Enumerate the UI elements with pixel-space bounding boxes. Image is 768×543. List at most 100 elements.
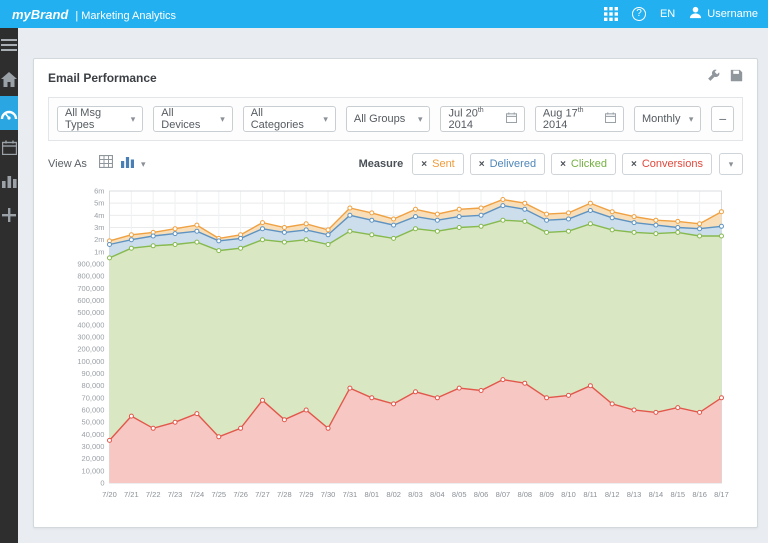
svg-text:8/16: 8/16: [692, 490, 707, 499]
username-label: Username: [707, 8, 758, 20]
measure-chip-label: Conversions: [641, 158, 703, 170]
measure-chip-sent[interactable]: × Sent: [412, 153, 464, 175]
apps-grid-icon[interactable]: [603, 7, 618, 21]
save-icon: [730, 69, 743, 87]
svg-text:300,000: 300,000: [77, 333, 104, 342]
svg-text:8/03: 8/03: [408, 490, 423, 499]
save-button[interactable]: [730, 69, 743, 87]
filter-groups[interactable]: All Groups ▾: [345, 106, 431, 132]
filter-groups-label: All Groups: [353, 113, 406, 125]
date-from-field[interactable]: Jul 20th 2014: [440, 106, 525, 132]
svg-text:7/31: 7/31: [343, 490, 358, 499]
date-to-field[interactable]: Aug 17th 2014: [534, 106, 624, 132]
filter-devices[interactable]: All Devices ▾: [153, 106, 233, 132]
svg-text:6m: 6m: [94, 187, 104, 196]
remove-icon[interactable]: ×: [631, 159, 637, 170]
svg-text:8/17: 8/17: [714, 490, 729, 499]
measure-dropdown-button[interactable]: ▾: [718, 153, 743, 175]
sidebar-item-calendar[interactable]: [0, 130, 18, 164]
brand-logo: myBrand: [12, 6, 69, 22]
svg-text:8/14: 8/14: [649, 490, 664, 499]
help-icon[interactable]: ?: [631, 7, 646, 21]
email-performance-card: Email Performance All Msg Types ▾ All De…: [33, 58, 758, 528]
svg-text:4m: 4m: [94, 211, 104, 220]
measure-chip-label: Delivered: [489, 158, 537, 170]
svg-text:80,000: 80,000: [82, 381, 105, 390]
view-chart-button[interactable]: [117, 154, 139, 174]
topbar: myBrand | Marketing Analytics ? EN Usern…: [0, 0, 768, 28]
view-as-label: View As: [48, 158, 87, 170]
svg-text:7/25: 7/25: [211, 490, 226, 499]
sidebar-item-add[interactable]: [0, 198, 18, 232]
gauge-icon: [0, 107, 18, 120]
main-content: Email Performance All Msg Types ▾ All De…: [18, 28, 768, 543]
svg-text:8/07: 8/07: [496, 490, 511, 499]
sidebar-item-reports[interactable]: [0, 164, 18, 198]
svg-text:7/27: 7/27: [255, 490, 270, 499]
svg-text:7/30: 7/30: [321, 490, 336, 499]
brand-subtitle: | Marketing Analytics: [75, 9, 177, 22]
chevron-down-icon[interactable]: ▾: [141, 159, 146, 170]
sidebar: [0, 28, 18, 543]
home-icon: [1, 71, 17, 87]
brand: myBrand | Marketing Analytics: [12, 7, 176, 22]
chart-svg[interactable]: 0 10,000 20,000 30,000 40,000 50,000 60,000 70,…: [48, 183, 743, 515]
user-icon: [689, 6, 702, 22]
calendar-icon: [1, 140, 17, 155]
svg-text:40,000: 40,000: [82, 430, 105, 439]
filter-categories[interactable]: All Categories ▾: [242, 106, 336, 132]
svg-text:900,000: 900,000: [77, 260, 104, 269]
sidebar-item-dashboard[interactable]: [0, 96, 18, 130]
view-table-button[interactable]: [95, 154, 117, 174]
measure-chip-delivered[interactable]: × Delivered: [469, 153, 546, 175]
calendar-icon: [604, 112, 617, 126]
svg-text:8/02: 8/02: [386, 490, 401, 499]
svg-text:8/06: 8/06: [474, 490, 489, 499]
measure-label: Measure: [358, 158, 404, 170]
chart-area: 0 10,000 20,000 30,000 40,000 50,000 60,000 70,…: [48, 183, 743, 515]
sidebar-item-home[interactable]: [0, 62, 18, 96]
svg-text:8/11: 8/11: [583, 490, 597, 499]
measure-chip-conversions[interactable]: × Conversions: [621, 153, 712, 175]
svg-text:10,000: 10,000: [82, 466, 105, 475]
measure-chip-clicked[interactable]: × Clicked: [551, 153, 616, 175]
plus-icon: [2, 208, 16, 222]
interval-label: Monthly: [641, 113, 681, 125]
menu-toggle[interactable]: [0, 28, 18, 62]
chevron-down-icon: ▾: [417, 113, 423, 124]
settings-button[interactable]: [707, 69, 720, 87]
collapse-filters-button[interactable]: −: [711, 106, 734, 132]
calendar-icon: [505, 112, 517, 126]
chevron-down-icon: ▾: [220, 113, 225, 124]
svg-text:0: 0: [100, 479, 104, 488]
remove-icon[interactable]: ×: [421, 159, 427, 170]
hamburger-icon: [1, 39, 17, 51]
svg-text:8/12: 8/12: [605, 490, 620, 499]
svg-text:8/08: 8/08: [517, 490, 532, 499]
svg-text:3m: 3m: [94, 223, 104, 232]
remove-icon[interactable]: ×: [560, 159, 566, 170]
svg-text:8/13: 8/13: [627, 490, 642, 499]
date-to-value: Aug 17th 2014: [542, 106, 584, 132]
svg-text:2m: 2m: [94, 235, 104, 244]
svg-text:5m: 5m: [94, 199, 104, 208]
svg-text:700,000: 700,000: [77, 284, 104, 293]
page-title: Email Performance: [48, 71, 157, 85]
filter-msg-types[interactable]: All Msg Types ▾: [57, 106, 144, 132]
remove-icon[interactable]: ×: [479, 159, 485, 170]
svg-text:7/23: 7/23: [168, 490, 183, 499]
filter-msg-types-label: All Msg Types: [65, 107, 102, 131]
language-selector[interactable]: EN: [660, 8, 675, 20]
user-menu[interactable]: Username: [689, 6, 758, 22]
svg-text:60,000: 60,000: [82, 406, 105, 415]
measure-chip-label: Clicked: [570, 158, 607, 170]
svg-text:30,000: 30,000: [82, 442, 105, 451]
svg-text:8/09: 8/09: [539, 490, 554, 499]
column-chart-icon: [121, 155, 135, 173]
svg-text:8/04: 8/04: [430, 490, 445, 499]
card-tools: [707, 69, 743, 87]
svg-text:8/15: 8/15: [670, 490, 685, 499]
svg-text:20,000: 20,000: [82, 454, 105, 463]
wrench-icon: [707, 69, 720, 87]
interval-select[interactable]: Monthly ▾: [633, 106, 702, 132]
